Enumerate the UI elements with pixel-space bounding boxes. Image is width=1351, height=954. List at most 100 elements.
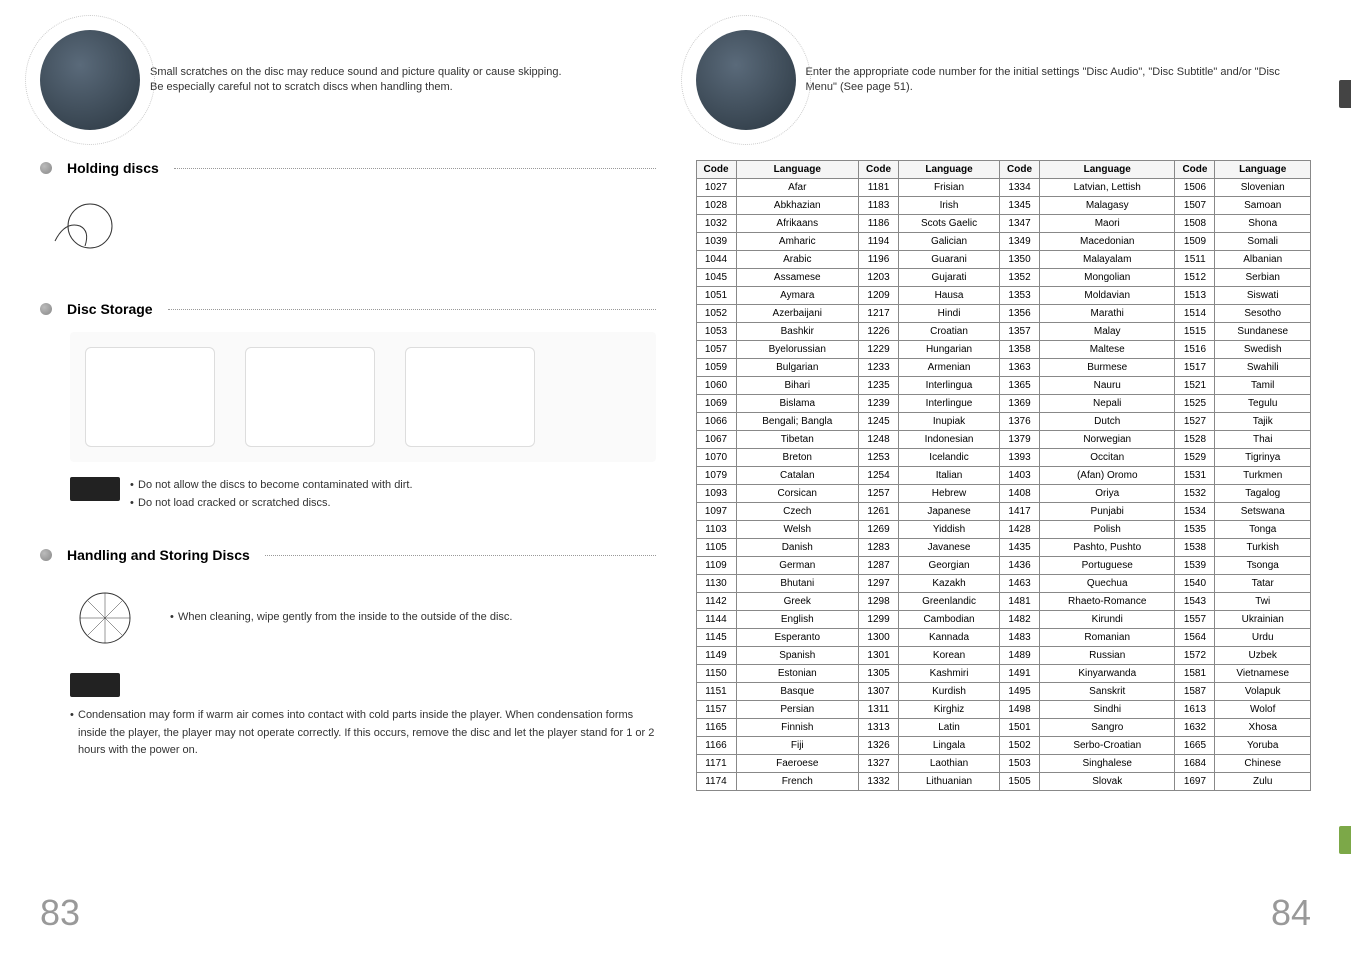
list-item: When cleaning, wipe gently from the insi…: [170, 609, 656, 627]
language-cell: Gujarati: [899, 269, 1000, 287]
table-row: 1174French1332Lithuanian1505Slovak1697Zu…: [696, 773, 1311, 791]
language-cell: Kashmiri: [899, 665, 1000, 683]
note-row: [70, 673, 656, 697]
code-cell: 1151: [696, 683, 736, 701]
language-cell: Somali: [1215, 233, 1311, 251]
code-cell: 1495: [1000, 683, 1040, 701]
header-block: Enter the appropriate code number for th…: [696, 30, 1312, 130]
code-cell: 1044: [696, 251, 736, 269]
bullet-icon: [40, 162, 52, 174]
code-cell: 1684: [1175, 755, 1215, 773]
code-cell: 1564: [1175, 629, 1215, 647]
language-cell: Afrikaans: [736, 215, 859, 233]
storage-illustrations: Do not allow the discs to become contami…: [70, 332, 656, 512]
code-cell: 1229: [859, 341, 899, 359]
language-cell: Dutch: [1040, 413, 1175, 431]
language-cell: Cambodian: [899, 611, 1000, 629]
language-cell: Setswana: [1215, 503, 1311, 521]
code-cell: 1028: [696, 197, 736, 215]
language-cell: Rhaeto-Romance: [1040, 593, 1175, 611]
language-cell: Japanese: [899, 503, 1000, 521]
table-row: 1044Arabic1196Guarani1350Malayalam1511Al…: [696, 251, 1311, 269]
language-cell: Finnish: [736, 719, 859, 737]
code-cell: 1052: [696, 305, 736, 323]
code-cell: 1532: [1175, 485, 1215, 503]
table-row: 1039Amharic1194Galician1349Macedonian150…: [696, 233, 1311, 251]
code-cell: 1166: [696, 737, 736, 755]
note-label-icon: [70, 477, 120, 501]
language-cell: Tamil: [1215, 377, 1311, 395]
section-title: Disc Storage: [67, 301, 153, 317]
language-cell: Catalan: [736, 467, 859, 485]
code-cell: 1305: [859, 665, 899, 683]
language-cell: Nauru: [1040, 377, 1175, 395]
language-cell: Swahili: [1215, 359, 1311, 377]
language-cell: Tegulu: [1215, 395, 1311, 413]
header-line-2: Be especially careful not to scratch dis…: [150, 81, 453, 93]
language-cell: Albanian: [1215, 251, 1311, 269]
illustration-holding: [40, 191, 656, 266]
code-cell: 1531: [1175, 467, 1215, 485]
code-cell: 1521: [1175, 377, 1215, 395]
code-cell: 1103: [696, 521, 736, 539]
language-cell: Shona: [1215, 215, 1311, 233]
language-cell: Hindi: [899, 305, 1000, 323]
code-cell: 1357: [1000, 323, 1040, 341]
table-row: 1103Welsh1269Yiddish1428Polish1535Tonga: [696, 521, 1311, 539]
code-cell: 1145: [696, 629, 736, 647]
code-cell: 1613: [1175, 701, 1215, 719]
code-cell: 1557: [1175, 611, 1215, 629]
code-cell: 1326: [859, 737, 899, 755]
code-cell: 1093: [696, 485, 736, 503]
language-cell: Armenian: [899, 359, 1000, 377]
header-text: Enter the appropriate code number for th…: [806, 65, 1312, 96]
dotted-divider: [174, 168, 656, 169]
language-cell: Sesotho: [1215, 305, 1311, 323]
code-cell: 1347: [1000, 215, 1040, 233]
code-cell: 1527: [1175, 413, 1215, 431]
code-cell: 1506: [1175, 179, 1215, 197]
code-cell: 1253: [859, 449, 899, 467]
th-code: Code: [696, 161, 736, 179]
header-text: Small scratches on the disc may reduce s…: [150, 65, 562, 96]
bullet-icon: [40, 303, 52, 315]
language-cell: Javanese: [899, 539, 1000, 557]
language-cell: Yoruba: [1215, 737, 1311, 755]
code-cell: 1508: [1175, 215, 1215, 233]
code-cell: 1105: [696, 539, 736, 557]
table-row: 1171Faeroese1327Laothian1503Singhalese16…: [696, 755, 1311, 773]
code-cell: 1572: [1175, 647, 1215, 665]
code-cell: 1352: [1000, 269, 1040, 287]
code-cell: 1632: [1175, 719, 1215, 737]
table-row: 1130Bhutani1297Kazakh1463Quechua1540Tata…: [696, 575, 1311, 593]
table-row: 1070Breton1253Icelandic1393Occitan1529Ti…: [696, 449, 1311, 467]
language-cell: Lingala: [899, 737, 1000, 755]
table-row: 1032Afrikaans1186Scots Gaelic1347Maori15…: [696, 215, 1311, 233]
language-cell: Tonga: [1215, 521, 1311, 539]
table-row: 1149Spanish1301Korean1489Russian1572Uzbe…: [696, 647, 1311, 665]
language-cell: Greenlandic: [899, 593, 1000, 611]
handling-list: When cleaning, wipe gently from the insi…: [170, 609, 656, 627]
language-cell: Macedonian: [1040, 233, 1175, 251]
section-title: Holding discs: [67, 160, 159, 176]
code-cell: 1157: [696, 701, 736, 719]
language-cell: Volapuk: [1215, 683, 1311, 701]
language-cell: Danish: [736, 539, 859, 557]
code-cell: 1356: [1000, 305, 1040, 323]
language-cell: Azerbaijani: [736, 305, 859, 323]
code-cell: 1248: [859, 431, 899, 449]
language-cell: Tibetan: [736, 431, 859, 449]
language-cell: Slovak: [1040, 773, 1175, 791]
language-cell: Turkish: [1215, 539, 1311, 557]
code-cell: 1435: [1000, 539, 1040, 557]
table-row: 1079Catalan1254Italian1403(Afan) Oromo15…: [696, 467, 1311, 485]
code-cell: 1203: [859, 269, 899, 287]
code-cell: 1529: [1175, 449, 1215, 467]
code-cell: 1539: [1175, 557, 1215, 575]
table-row: 1069Bislama1239Interlingue1369Nepali1525…: [696, 395, 1311, 413]
code-cell: 1307: [859, 683, 899, 701]
language-cell: Sindhi: [1040, 701, 1175, 719]
table-row: 1028Abkhazian1183Irish1345Malagasy1507Sa…: [696, 197, 1311, 215]
language-cell: Samoan: [1215, 197, 1311, 215]
code-cell: 1327: [859, 755, 899, 773]
